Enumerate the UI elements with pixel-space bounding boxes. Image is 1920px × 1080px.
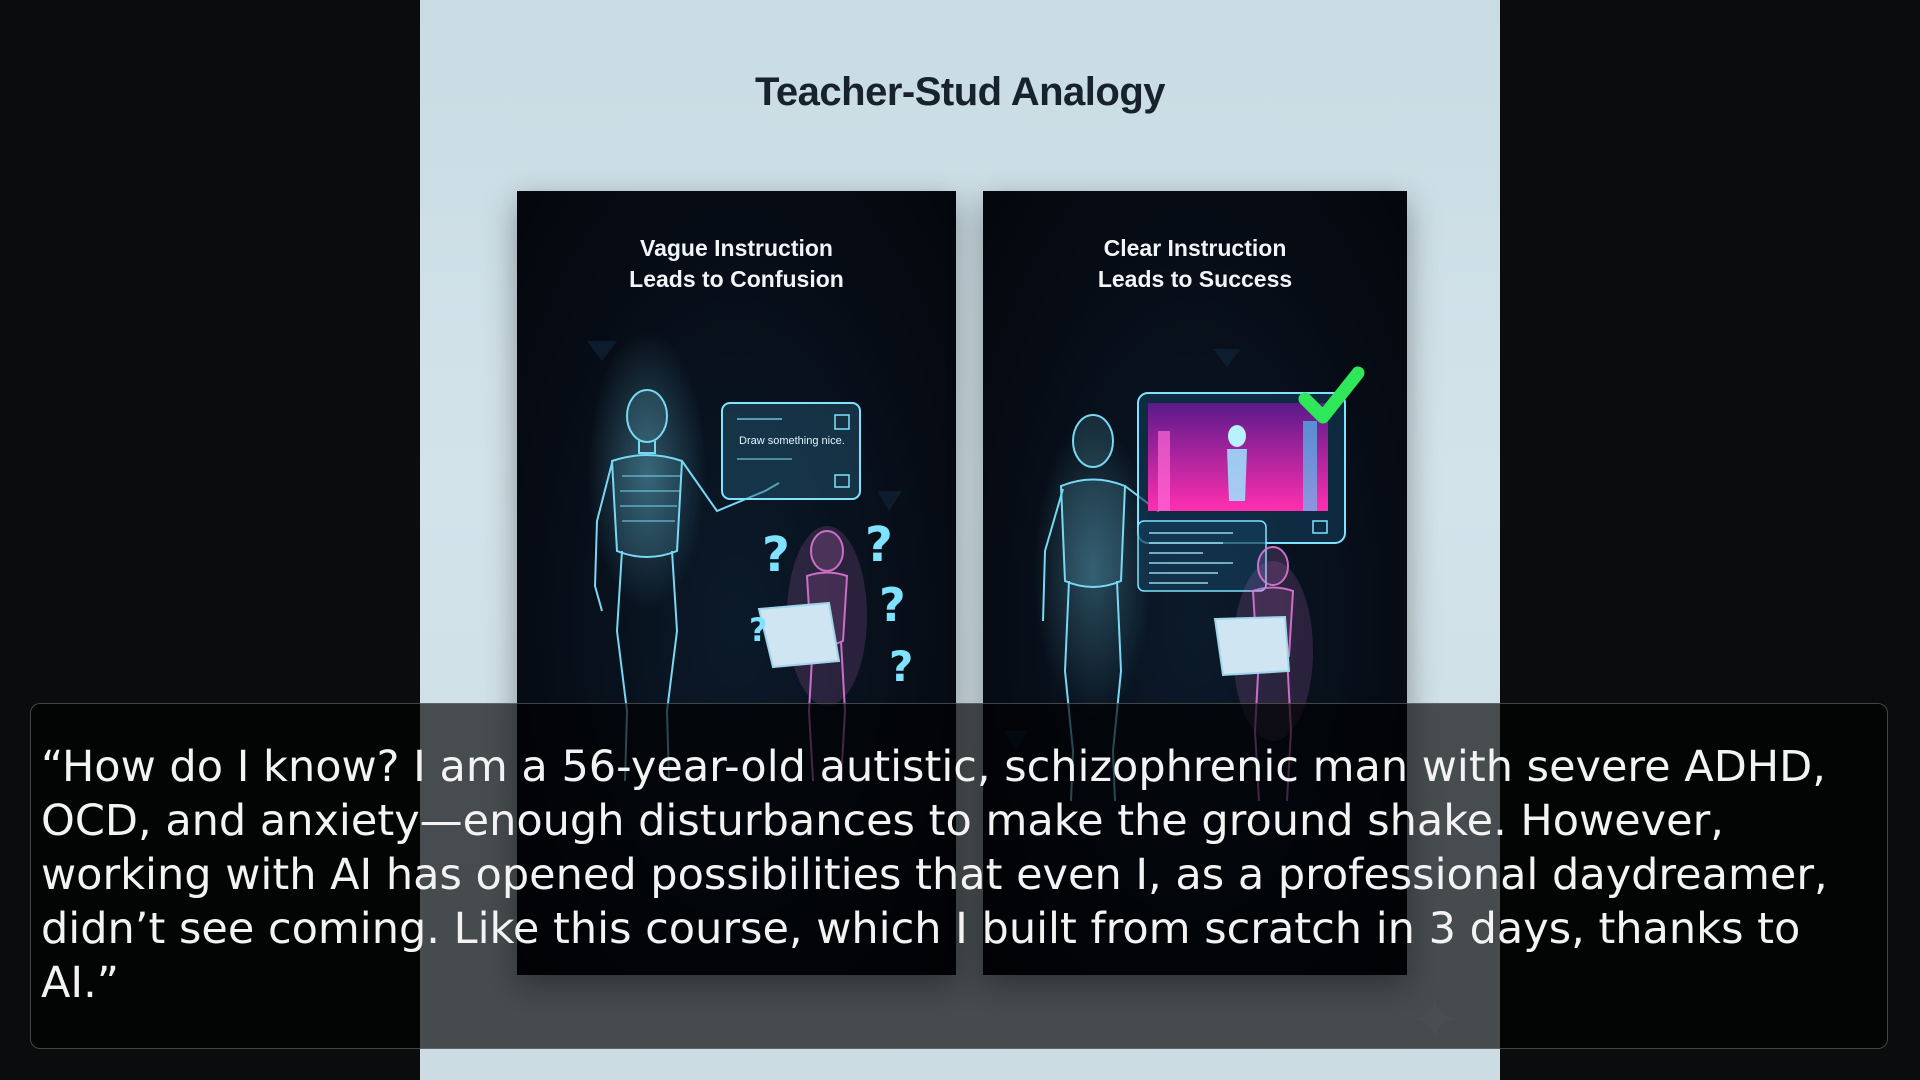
tablet [1213,615,1291,677]
caption-box: “How do I know? I am a 56-year-old autis… [30,703,1888,1049]
panel-heading-line2: Leads to Success [1097,266,1293,292]
svg-text:?: ? [879,578,906,632]
svg-text:?: ? [865,517,893,573]
panel-heading-line1: Vague Instruction [640,235,833,261]
screen-text: Draw something nice. [739,435,845,447]
svg-text:?: ? [762,527,790,583]
panel-heading: Vague Instruction Leads to Confusion [517,233,956,295]
panel-heading-line2: Leads to Confusion [629,266,844,292]
caption-text: “How do I know? I am a 56-year-old autis… [41,742,1828,1008]
tablet [757,601,841,669]
panel-heading-line1: Clear Instruction [1103,235,1287,261]
slide-title: Teacher-Stud Analogy [754,70,1166,114]
clear-instruction-screen [1137,392,1346,592]
vague-instruction-screen: Draw something nice. [721,402,861,500]
panel-heading: Clear Instruction Leads to Success [983,233,1407,295]
svg-text:?: ? [889,642,913,691]
svg-text:?: ? [749,611,768,649]
